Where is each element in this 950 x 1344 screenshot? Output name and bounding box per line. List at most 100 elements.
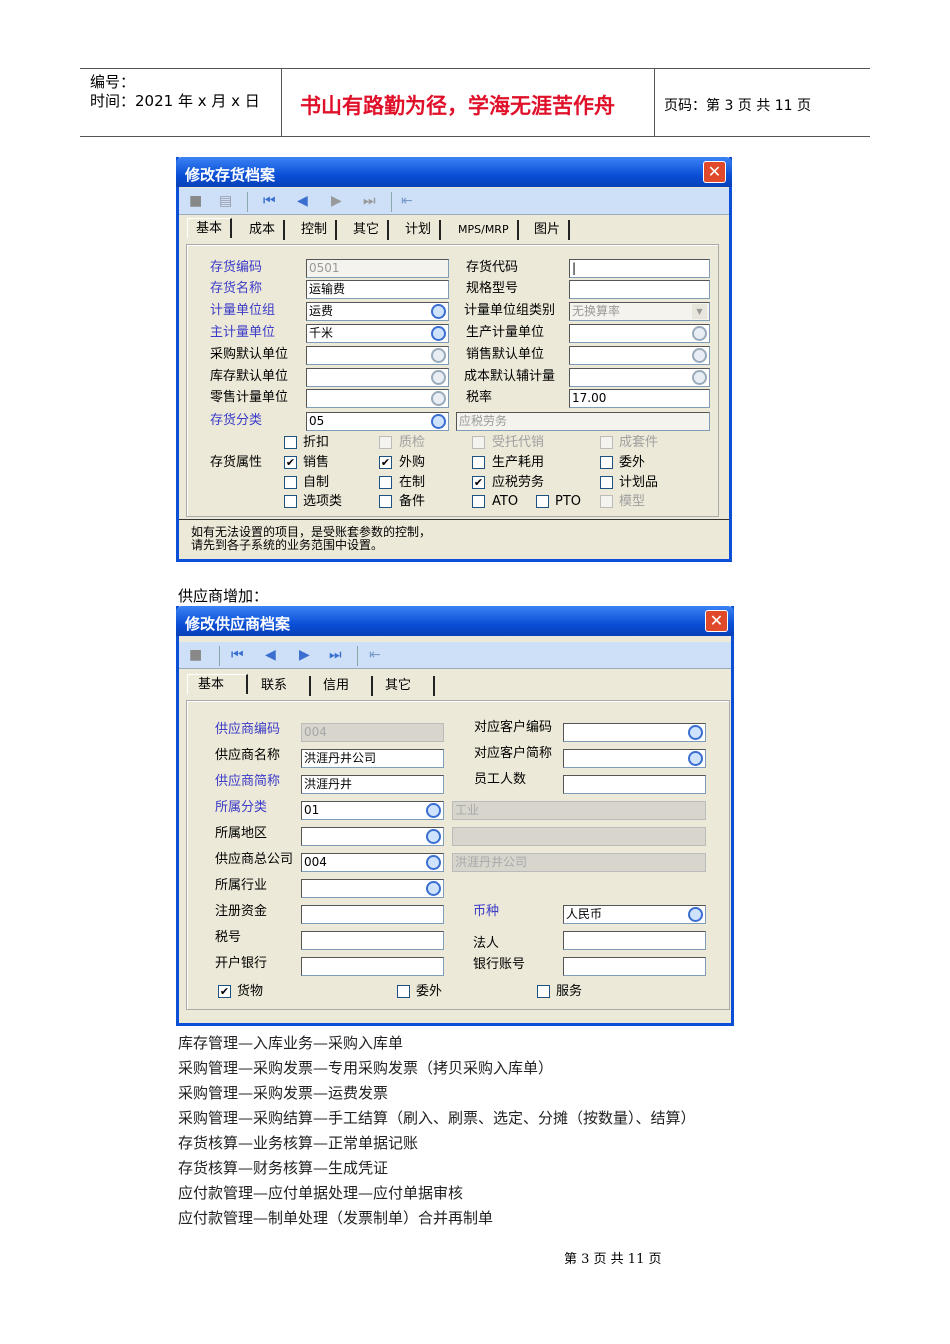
tab-contact[interactable]: 联系 (253, 676, 312, 696)
text-field[interactable]: 人民币 (563, 905, 706, 924)
close-button[interactable]: ✕ (705, 610, 728, 632)
text-field[interactable] (563, 723, 706, 742)
text-field[interactable]: 工业 (452, 801, 706, 820)
checkbox[interactable] (600, 436, 613, 449)
text-field[interactable] (301, 957, 444, 976)
prev-record-icon[interactable]: ◀ (265, 647, 276, 663)
tab-basic[interactable]: 基本 (187, 674, 249, 694)
search-icon[interactable] (426, 829, 441, 844)
next-record-icon[interactable]: ▶ (299, 647, 310, 663)
search-icon[interactable] (431, 304, 446, 319)
checkbox[interactable] (284, 436, 297, 449)
last-record-icon[interactable]: ⏭ (363, 193, 376, 209)
checkbox[interactable] (537, 985, 550, 998)
checkbox[interactable] (284, 476, 297, 489)
checkbox[interactable] (600, 456, 613, 469)
text-field[interactable]: 01 (301, 801, 444, 820)
text-field[interactable] (563, 931, 706, 950)
text-field[interactable] (563, 749, 706, 768)
tab-credit[interactable]: 信用 (315, 676, 374, 696)
search-icon[interactable] (426, 855, 441, 870)
text-field[interactable] (452, 827, 706, 846)
text-field[interactable]: 004 (301, 853, 444, 872)
checkbox[interactable]: ✔ (284, 456, 297, 469)
text-field[interactable]: 洪涯丹井公司 (452, 853, 706, 872)
checkbox[interactable] (600, 495, 613, 508)
text-field[interactable]: 应税劳务 (456, 412, 710, 431)
text-field[interactable]: 17.00 (569, 389, 710, 408)
text-field[interactable] (569, 368, 710, 387)
first-record-icon[interactable]: ⏮ (231, 647, 244, 663)
save-icon[interactable]: ■ (189, 193, 202, 209)
text-field[interactable] (563, 957, 706, 976)
checkbox[interactable]: ✔ (379, 456, 392, 469)
text-field[interactable] (301, 827, 444, 846)
last-record-icon[interactable]: ⏭ (329, 647, 342, 663)
search-icon[interactable] (431, 370, 446, 385)
search-icon[interactable] (692, 326, 707, 341)
text-field[interactable] (301, 905, 444, 924)
checkbox[interactable] (600, 476, 613, 489)
text-field[interactable] (563, 775, 706, 794)
tab-plan[interactable]: 计划 (397, 220, 442, 240)
checkbox[interactable] (536, 495, 549, 508)
next-record-icon[interactable]: ▶ (331, 193, 342, 209)
tab-other[interactable]: 其它 (345, 220, 390, 240)
checkbox[interactable]: ✔ (472, 476, 485, 489)
motto: 书山有路勤为径，学海无涯苦作舟 (300, 93, 615, 118)
tab-mps-mrp[interactable]: MPS/MRP (450, 220, 519, 240)
search-icon[interactable] (431, 326, 446, 341)
text-field[interactable]: 无换算率 ▼ (569, 302, 710, 321)
tab-control[interactable]: 控制 (293, 220, 338, 240)
checkbox[interactable] (379, 495, 392, 508)
checkbox[interactable] (379, 476, 392, 489)
checkbox[interactable] (379, 436, 392, 449)
search-icon[interactable] (431, 391, 446, 406)
checkbox[interactable] (472, 436, 485, 449)
tab-cost[interactable]: 成本 (241, 220, 286, 240)
text-field[interactable] (306, 389, 449, 408)
search-icon[interactable] (431, 414, 446, 429)
search-icon[interactable] (431, 348, 446, 363)
prev-record-icon[interactable]: ◀ (297, 193, 308, 209)
text-field[interactable] (569, 324, 710, 343)
search-icon[interactable] (688, 725, 703, 740)
checkbox[interactable] (397, 985, 410, 998)
text-field[interactable]: 0501 (306, 259, 449, 278)
text-field[interactable]: 004 (301, 723, 444, 742)
search-icon[interactable] (426, 803, 441, 818)
checkbox[interactable] (472, 456, 485, 469)
text-field[interactable] (569, 346, 710, 365)
copy-icon[interactable]: ▤ (219, 193, 232, 209)
search-icon[interactable] (426, 881, 441, 896)
text-field[interactable]: 05 (306, 412, 449, 431)
text-field[interactable]: 运输费 (306, 280, 449, 299)
tab-picture[interactable]: 图片 (526, 220, 571, 240)
close-button[interactable]: ✕ (703, 161, 726, 183)
dropdown-arrow-icon[interactable]: ▼ (692, 304, 707, 319)
save-icon[interactable]: ■ (189, 647, 202, 663)
text-field[interactable]: | (569, 259, 710, 278)
text-field[interactable]: 运费 (306, 302, 449, 321)
first-record-icon[interactable]: ⏮ (263, 193, 276, 209)
exit-icon[interactable]: ⇤ (401, 193, 413, 209)
tab-other[interactable]: 其它 (377, 676, 436, 696)
text-field[interactable] (306, 368, 449, 387)
text-field[interactable]: 千米 (306, 324, 449, 343)
checkbox-label: 质检 (399, 435, 426, 450)
checkbox[interactable] (284, 495, 297, 508)
search-icon[interactable] (688, 907, 703, 922)
text-field[interactable] (306, 346, 449, 365)
tab-basic[interactable]: 基本 (187, 218, 233, 238)
text-field[interactable] (301, 931, 444, 950)
checkbox[interactable] (472, 495, 485, 508)
search-icon[interactable] (692, 370, 707, 385)
text-field[interactable] (301, 879, 444, 898)
exit-icon[interactable]: ⇤ (369, 647, 381, 663)
search-icon[interactable] (692, 348, 707, 363)
text-field[interactable]: 洪涯丹井 (301, 775, 444, 794)
text-field[interactable]: 洪涯丹井公司 (301, 749, 444, 768)
search-icon[interactable] (688, 751, 703, 766)
checkbox[interactable]: ✔ (218, 985, 231, 998)
text-field[interactable] (569, 280, 710, 299)
